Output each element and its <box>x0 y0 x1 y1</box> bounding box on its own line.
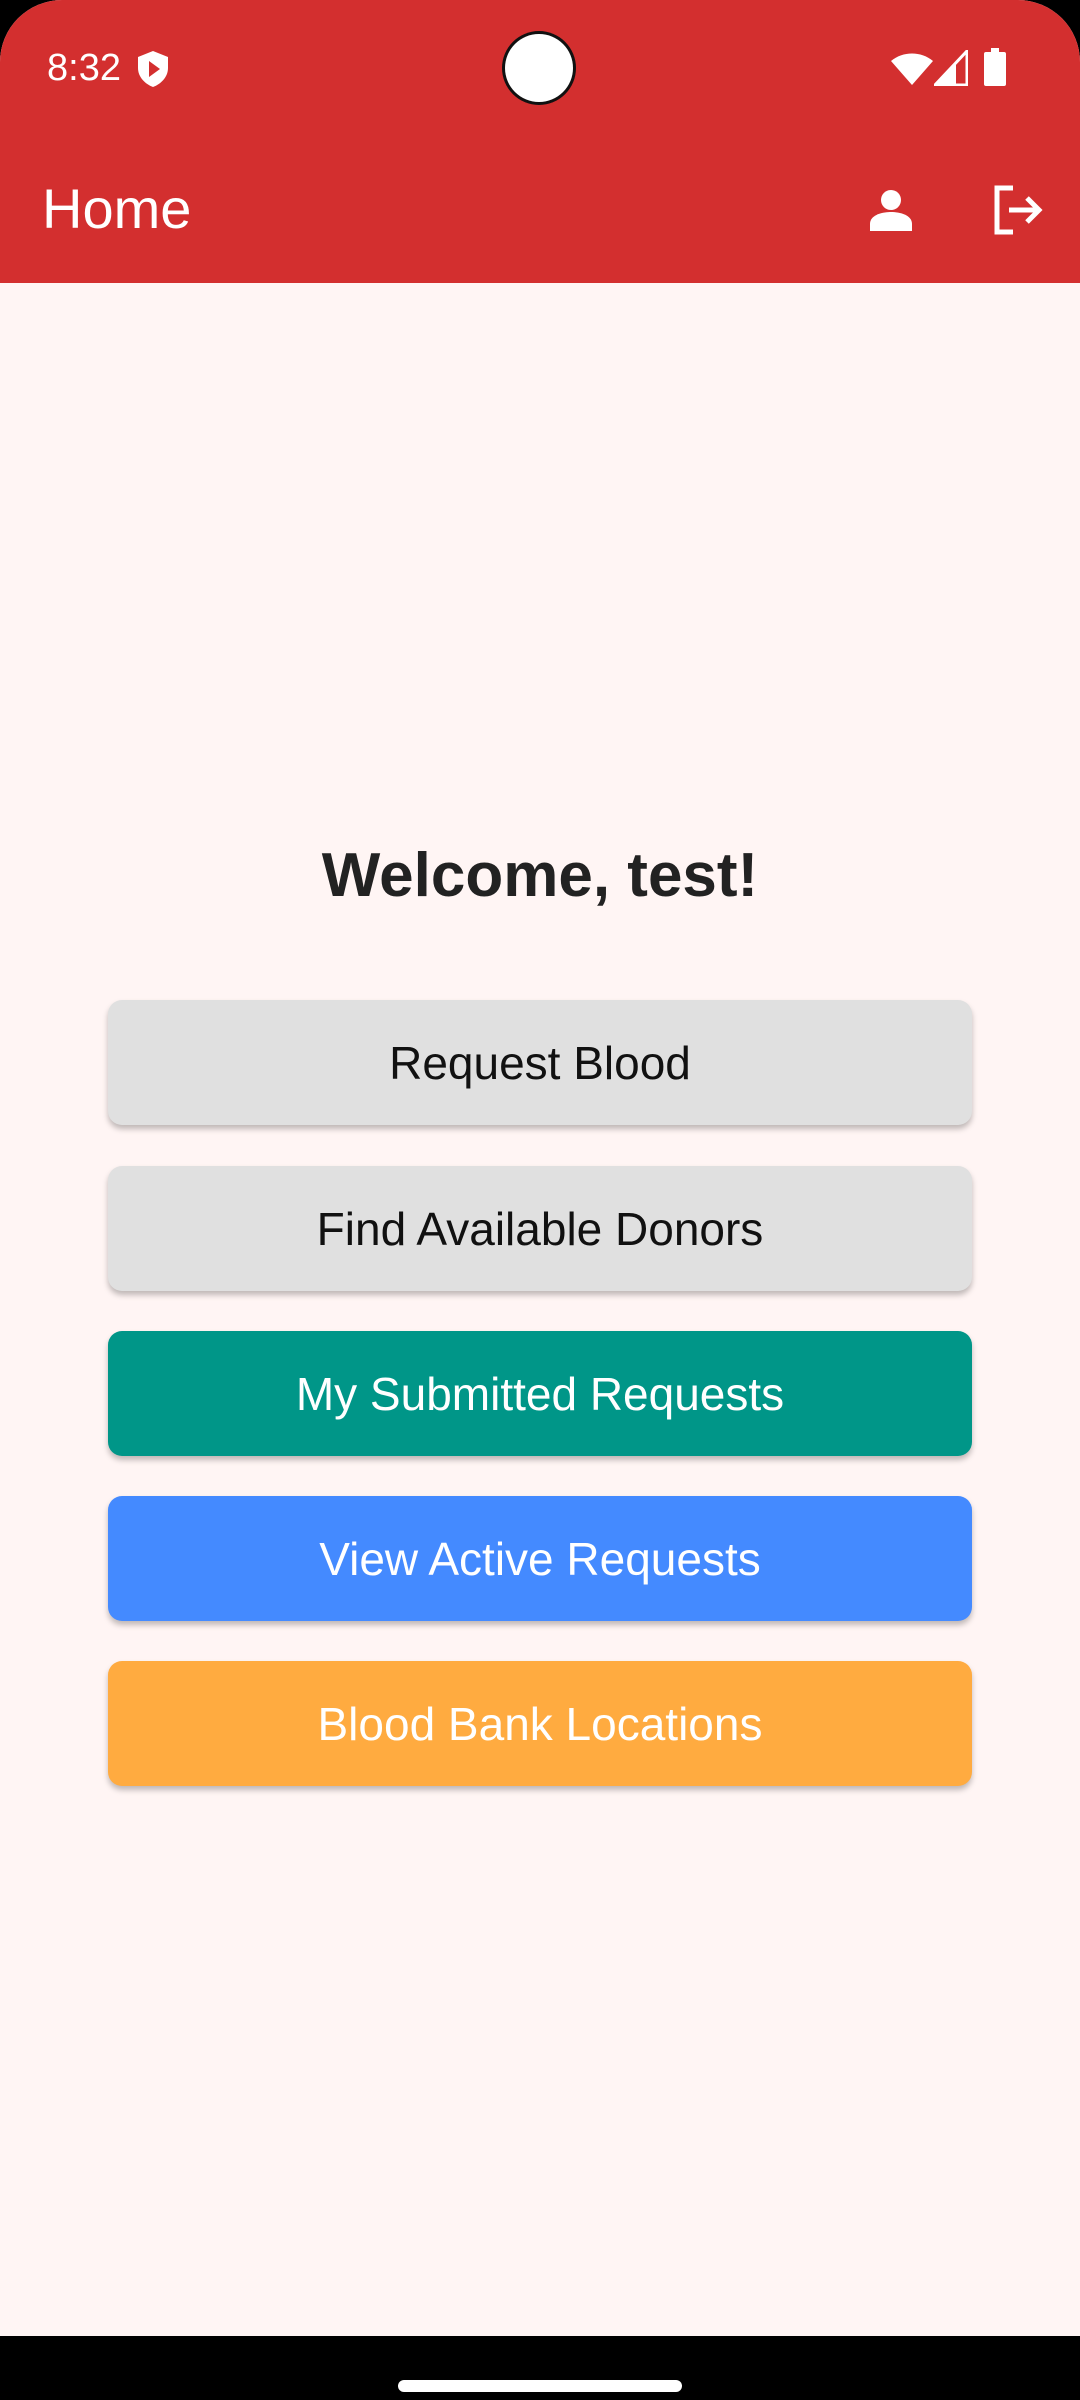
app-bar: Home <box>0 138 1080 283</box>
shield-icon <box>138 51 168 87</box>
view-active-requests-button[interactable]: View Active Requests <box>108 1496 972 1621</box>
battery-icon <box>984 48 1006 86</box>
wifi-icon <box>891 53 933 85</box>
profile-icon <box>870 190 912 231</box>
welcome-heading: Welcome, test! <box>321 841 759 910</box>
find-donors-button[interactable]: Find Available Donors <box>108 1166 972 1291</box>
page-title: Home <box>42 177 192 240</box>
logout-button[interactable] <box>975 168 1059 252</box>
blood-bank-locations-button[interactable]: Blood Bank Locations <box>108 1661 972 1786</box>
home-gesture-handle[interactable] <box>398 2380 682 2392</box>
logout-icon <box>994 185 1043 235</box>
home-screen: 8:32 Home Welcome, test! Request Blood F… <box>0 0 1080 2400</box>
profile-button[interactable] <box>849 168 933 252</box>
status-bar: 8:32 <box>0 0 1080 138</box>
front-camera <box>505 34 573 102</box>
request-blood-button[interactable]: Request Blood <box>108 1000 972 1125</box>
status-time: 8:32 <box>47 47 121 89</box>
signal-icon <box>934 50 968 86</box>
my-submitted-requests-button[interactable]: My Submitted Requests <box>108 1331 972 1456</box>
